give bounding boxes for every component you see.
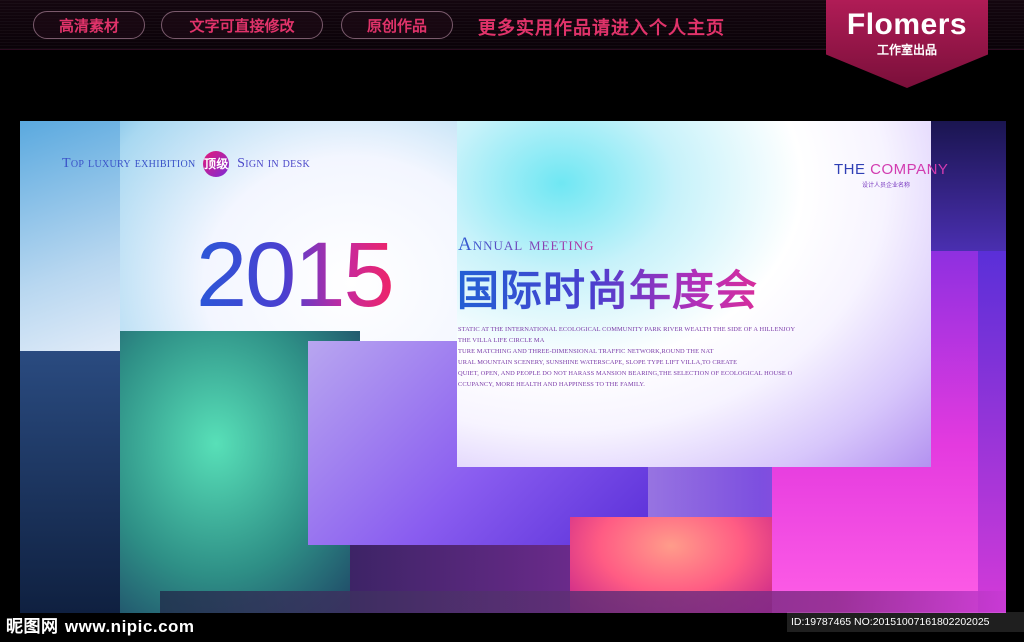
paragraph-line: STATIC AT THE INTERNATIONAL ECOLOGICAL C… <box>458 326 796 333</box>
company-subtext: 设计人员企业名称 <box>862 183 911 189</box>
tagline-right: Sign in desk <box>237 156 310 172</box>
paragraph-line: TURE MATCHING AND THREE-DIMENSIONAL TRAF… <box>458 348 714 355</box>
studio-brand-subtitle: 工作室出品 <box>876 43 937 57</box>
event-backdrop-artwork: Top luxury exhibition 顶级 Sign in desk TH… <box>20 121 1006 613</box>
color-block <box>930 121 1006 251</box>
watermark-site-url: www.nipic.com <box>64 617 195 636</box>
studio-logo-badge[interactable]: Flomers 工作室出品 <box>826 0 988 88</box>
site-watermark: 昵图网 www.nipic.com <box>6 612 195 637</box>
homepage-promo-link[interactable]: 更多实用作品请进入个人主页 <box>478 14 725 40</box>
image-id-watermark: ID:19787465 NO:20151007161802202025 <box>787 612 1024 632</box>
paragraph-line: URAL MOUNTAIN SCENERY, SUNSHINE WATERSCA… <box>458 359 738 366</box>
color-block <box>160 591 1006 613</box>
top-banner: 高清素材 文字可直接修改 原创作品 更多实用作品请进入个人主页 Flomers … <box>0 0 1024 88</box>
paragraph-line: CCUPANCY, MORE HEALTH AND HAPPINESS TO T… <box>458 381 645 388</box>
studio-brand-name: Flomers <box>846 8 968 41</box>
annual-meeting-subtitle: Annual meeting <box>458 234 595 255</box>
company-name: THE COMPANY <box>834 161 948 178</box>
tagline-left: Top luxury exhibition <box>62 156 196 172</box>
paragraph-line: QUIET, OPEN, AND PEOPLE DO NOT HARASS MA… <box>458 370 793 377</box>
top-grade-badge: 顶级 <box>203 151 230 177</box>
event-year: 2015 <box>196 224 395 326</box>
color-block <box>978 251 1006 613</box>
watermark-logo-text: 昵图网 <box>6 617 59 637</box>
company-name-part1: THE <box>834 161 871 178</box>
company-name-part2: COMPANY <box>870 161 949 178</box>
event-title-chinese: 国际时尚年度会 <box>457 257 758 318</box>
paragraph-line: THE VILLA LIFE CIRCLE MA <box>458 337 545 344</box>
editable-text-pill[interactable]: 文字可直接修改 <box>161 11 323 39</box>
hd-material-pill[interactable]: 高清素材 <box>33 11 145 39</box>
original-work-pill[interactable]: 原创作品 <box>341 11 453 39</box>
exhibition-tagline: Top luxury exhibition 顶级 Sign in desk <box>62 151 310 177</box>
description-paragraph: STATIC AT THE INTERNATIONAL ECOLOGICAL C… <box>458 324 858 390</box>
